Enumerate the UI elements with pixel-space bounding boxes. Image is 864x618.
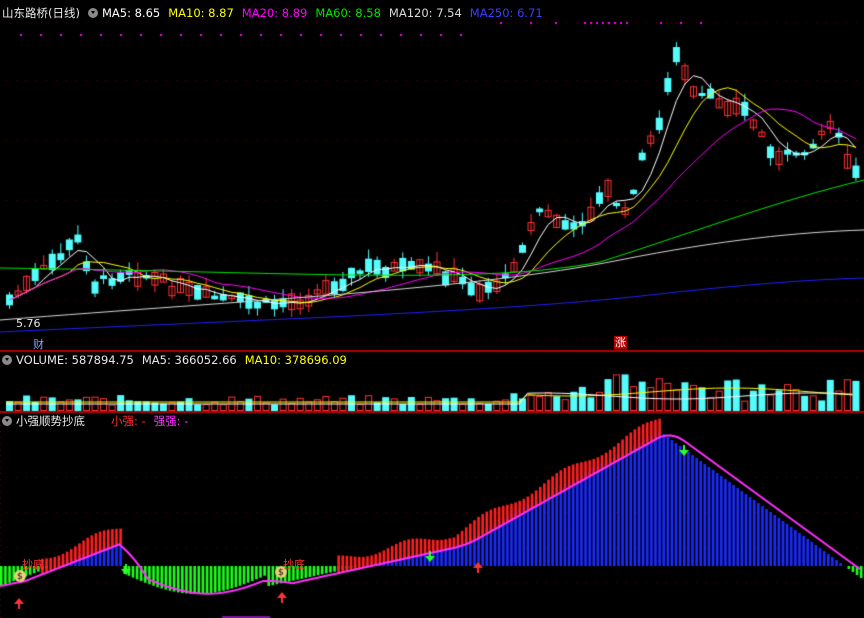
xiaoqiang-value: 小强: - (111, 414, 146, 428)
finance-marker[interactable]: 财 (33, 336, 44, 352)
ma10-value: MA10: 8.87 (168, 6, 234, 20)
ma60-value: MA60: 8.58 (315, 6, 381, 20)
stock-title[interactable]: 山东路桥(日线) (2, 5, 80, 21)
ma250-value: MA250: 6.71 (469, 6, 543, 20)
signal-label-1: 抄底 (22, 558, 44, 571)
volume-header: VOLUME: 587894.75 MA5: 366052.66 MA10: 3… (2, 352, 351, 368)
volume-ma10-value: MA10: 378696.09 (244, 353, 347, 367)
qiangqiang-value: 强强: - (153, 414, 189, 428)
indicator-name[interactable]: 小强顺势抄底 (16, 413, 85, 429)
indicator-header: 小强顺势抄底 小强: - 强强: - (2, 413, 192, 429)
chevron-down-icon[interactable] (87, 8, 98, 18)
price-header: 山东路桥(日线) MA5: 8.65 MA10: 8.87 MA20: 8.89… (2, 5, 547, 21)
kline-chart-canvas[interactable] (0, 0, 864, 618)
volume-ma5-value: MA5: 366052.66 (141, 353, 237, 367)
ma20-value: MA20: 8.89 (241, 6, 308, 20)
ma5-value: MA5: 8.65 (101, 6, 161, 20)
ma120-value: MA120: 7.54 (388, 6, 462, 20)
volume-value: VOLUME: 587894.75 (16, 353, 134, 367)
chevron-down-icon[interactable] (2, 416, 12, 426)
low-price-label: 5.76 (16, 317, 41, 330)
limit-up-marker[interactable]: 涨 (614, 336, 627, 349)
signal-label-2: 抄底 (283, 558, 305, 571)
chevron-down-icon[interactable] (2, 355, 12, 365)
